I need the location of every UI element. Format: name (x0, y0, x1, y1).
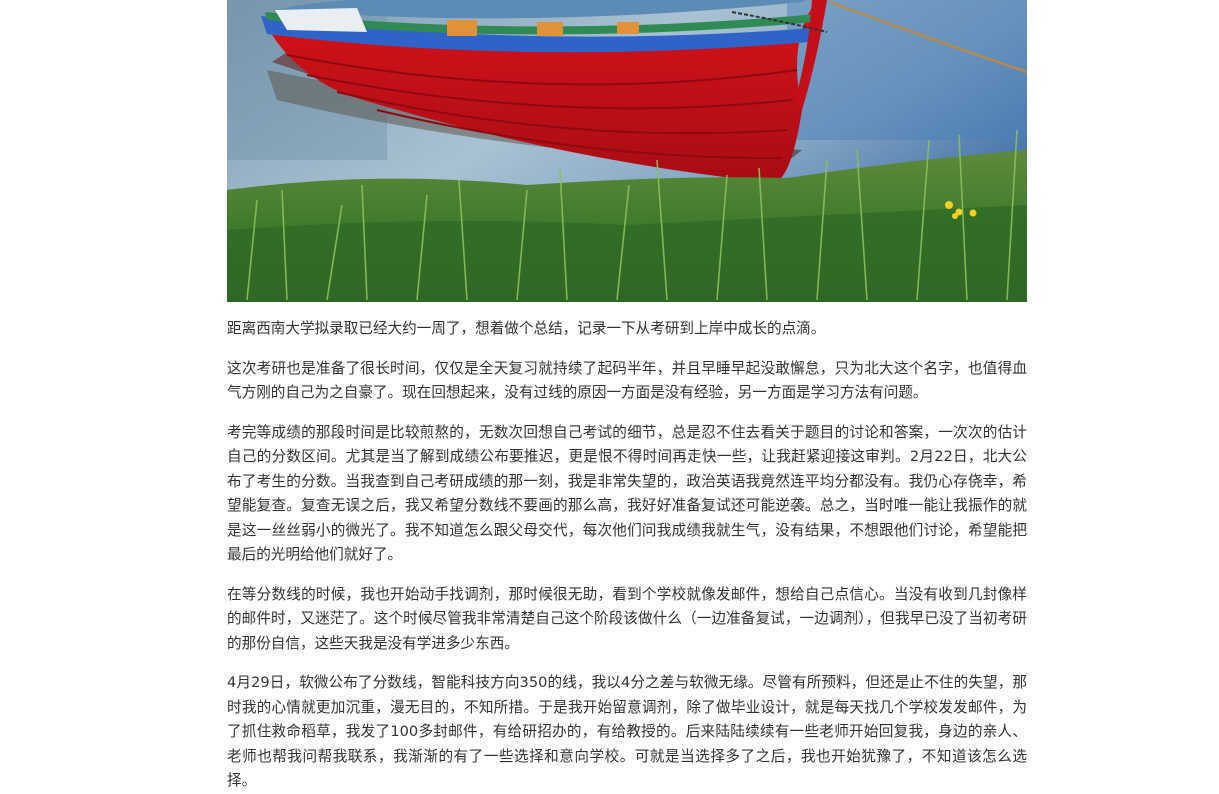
intro-paragraph: 距离西南大学拟录取已经大约一周了，想着做个总结，记录一下从考研到上岸中成长的点滴… (227, 320, 826, 337)
hero-image (227, 0, 1027, 302)
paragraph-preparation: 这次考研也是准备了很长时间，仅仅是全天复习就持续了起码半年，并且早睡早起没敢懈怠… (227, 359, 1027, 402)
paragraph-seeking-transfer: 在等分数线的时候，我也开始动手找调剂，那时候很无助，看到个学校就像发邮件，想给自… (227, 585, 1027, 652)
paragraph-cutoff-announcement: 4月29日，软微公布了分数线，智能科技方向350的线，我以4分之差与软微无缘。尽… (227, 674, 1027, 789)
paragraph-waiting-scores: 考完等成绩的那段时间是比较煎熬的，无数次回想自己考试的细节，总是忍不住去看关于题… (227, 423, 1027, 564)
article: 距离西南大学拟录取已经大约一周了，想着做个总结，记录一下从考研到上岸中成长的点滴… (227, 0, 1027, 794)
